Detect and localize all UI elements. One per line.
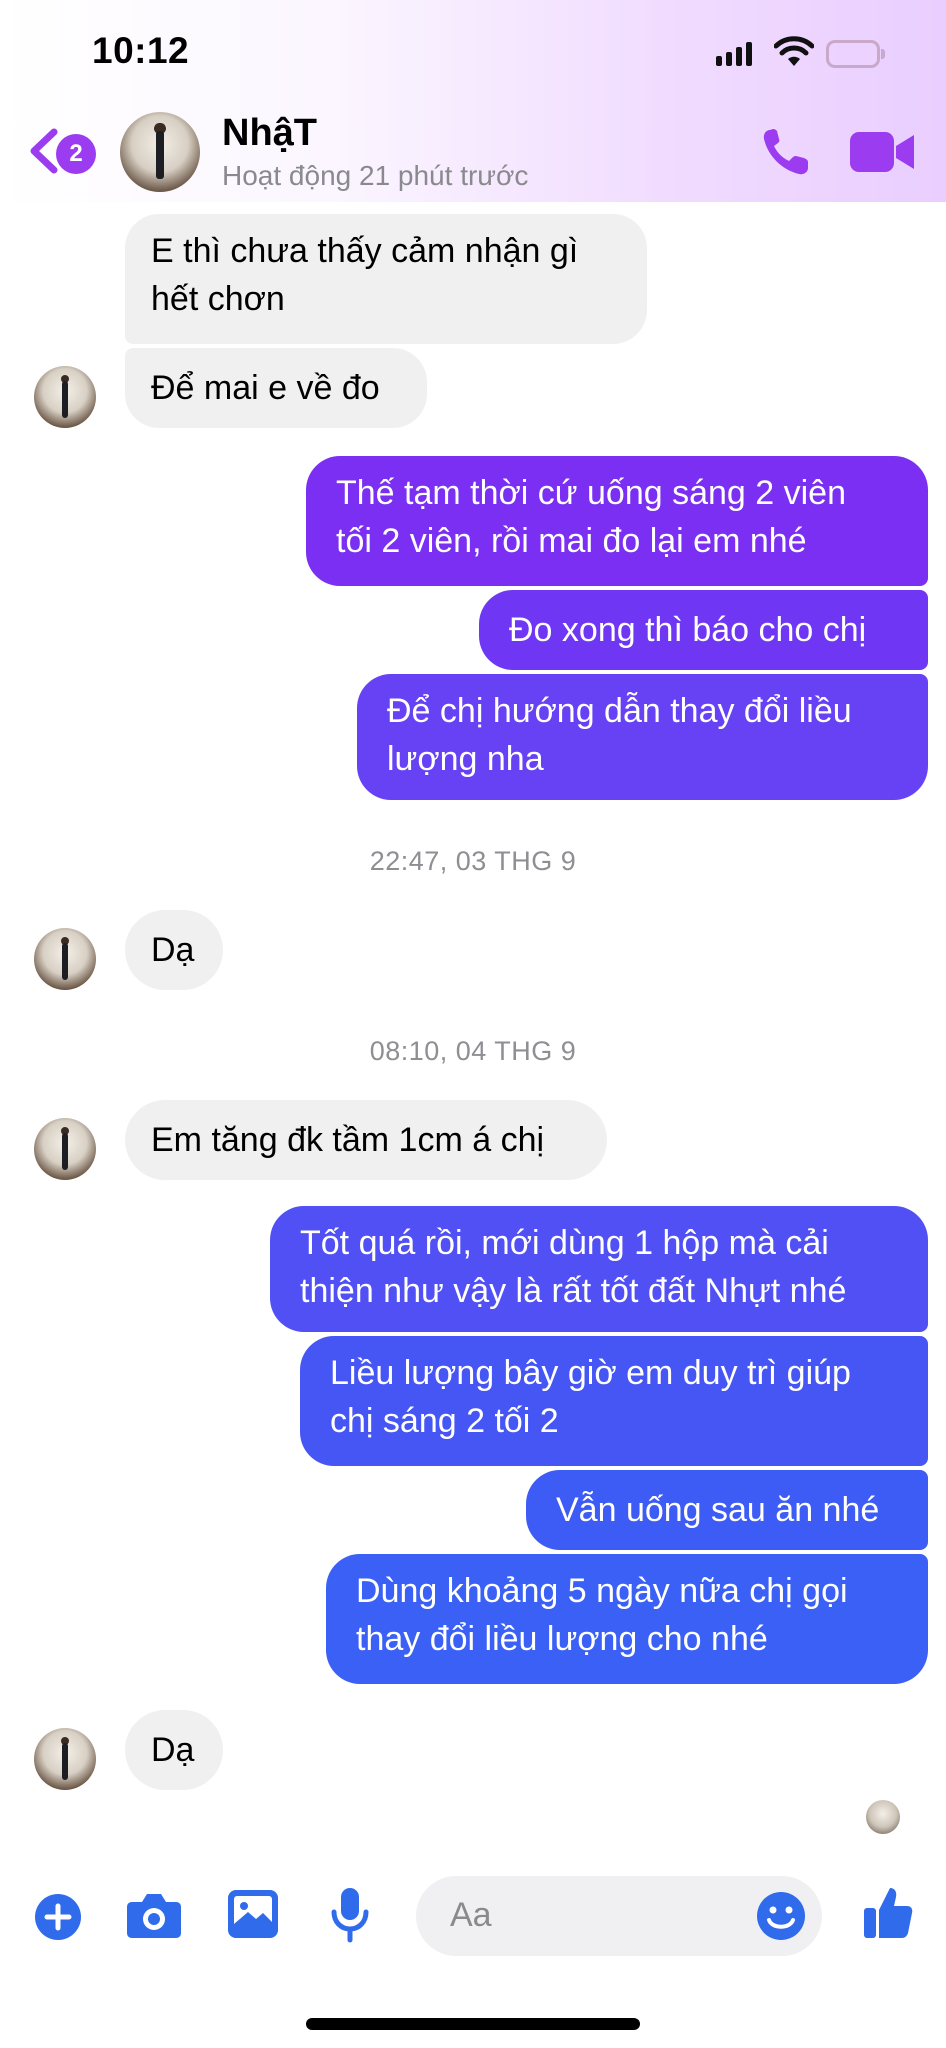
sender-avatar[interactable]: [34, 366, 96, 428]
phone-call-icon[interactable]: [760, 126, 812, 178]
message-text-line: chị sáng 2 tối 2: [330, 1402, 559, 1440]
camera-icon[interactable]: [126, 1890, 182, 1940]
message-input-placeholder: Aa: [450, 1896, 492, 1934]
home-indicator: [306, 2018, 640, 2030]
message-text-line: Đo xong thì báo cho chị: [509, 611, 867, 649]
contact-avatar[interactable]: [120, 112, 200, 192]
battery-tip: [881, 49, 885, 59]
message-text-line: thiện như vậy là rất tốt đất Nhựt nhé: [300, 1272, 847, 1310]
message-text-line: Tốt quá rồi, mới dùng 1 hộp mà cải: [300, 1224, 829, 1262]
seen-receipt-avatar: [866, 1800, 900, 1834]
timestamp: 08:10, 04 THG 9: [369, 1036, 577, 1066]
sent-message-bubble[interactable]: Dùng khoảng 5 ngày nữa chị gọi thay đổi l…: [326, 1554, 928, 1684]
sent-message-bubble[interactable]: Vẫn uống sau ăn nhé: [526, 1470, 928, 1550]
sent-message-bubble[interactable]: Đo xong thì báo cho chị: [479, 590, 928, 670]
sent-message-bubble[interactable]: Để chị hướng dẫn thay đổi liều lượng nha: [357, 674, 928, 800]
sent-message-bubble[interactable]: Tốt quá rồi, mới dùng 1 hộp mà cải thiện …: [270, 1206, 928, 1332]
message-text-line: Dạ: [151, 931, 195, 969]
cellular-signal-icon: [716, 42, 752, 66]
message-text-line: Thế tạm thời cứ uống sáng 2 viên: [336, 474, 846, 512]
microphone-icon[interactable]: [330, 1886, 370, 1944]
plus-icon[interactable]: [34, 1893, 82, 1941]
message-text-line: lượng nha: [387, 740, 544, 778]
message-text-line: Vẫn uống sau ăn nhé: [556, 1491, 880, 1529]
contact-name[interactable]: NhậT: [222, 112, 317, 155]
received-message-bubble[interactable]: E thì chưa thấy cảm nhận gì hết chơn: [125, 214, 647, 344]
sent-message-bubble[interactable]: Thế tạm thời cứ uống sáng 2 viên tối 2 vi…: [306, 456, 928, 586]
received-message-bubble[interactable]: Em tăng đk tầm 1cm á chị: [125, 1100, 607, 1180]
battery-icon: [826, 40, 880, 68]
emoji-icon[interactable]: [756, 1891, 806, 1941]
message-text-line: E thì chưa thấy cảm nhận gì: [151, 232, 579, 270]
message-text-line: Để chị hướng dẫn thay đổi liều: [387, 692, 852, 730]
message-text-line: tối 2 viên, rồi mai đo lại em nhé: [336, 522, 807, 560]
received-message-bubble[interactable]: Dạ: [125, 910, 223, 990]
unread-count-badge[interactable]: 2: [56, 134, 96, 174]
message-text-line: Để mai e về đo: [151, 369, 380, 407]
received-message-bubble[interactable]: Để mai e về đo: [125, 348, 427, 428]
sender-avatar[interactable]: [34, 928, 96, 990]
sent-message-bubble[interactable]: Liều lượng bây giờ em duy trì giúp chị sá…: [300, 1336, 928, 1466]
sender-avatar[interactable]: [34, 1728, 96, 1790]
timestamp: 22:47, 03 THG 9: [369, 846, 577, 876]
video-call-icon[interactable]: [850, 128, 916, 176]
sender-avatar[interactable]: [34, 1118, 96, 1180]
contact-active-status: Hoạt động 21 phút trước: [222, 160, 529, 191]
received-message-bubble[interactable]: Dạ: [125, 1710, 223, 1790]
like-thumbs-up-icon[interactable]: [862, 1884, 914, 1940]
status-time: 10:12: [92, 30, 190, 71]
message-text-line: Dạ: [151, 1731, 195, 1769]
message-text-line: thay đổi liều lượng cho nhé: [356, 1620, 768, 1658]
message-text-line: Liều lượng bây giờ em duy trì giúp: [330, 1354, 851, 1392]
wifi-icon: [774, 36, 814, 66]
back-chevron-icon[interactable]: [26, 126, 60, 176]
message-text-line: hết chơn: [151, 280, 285, 318]
message-text-line: Em tăng đk tầm 1cm á chị: [151, 1121, 545, 1159]
gallery-icon[interactable]: [226, 1888, 280, 1940]
message-text-line: Dùng khoảng 5 ngày nữa chị gọi: [356, 1572, 848, 1610]
